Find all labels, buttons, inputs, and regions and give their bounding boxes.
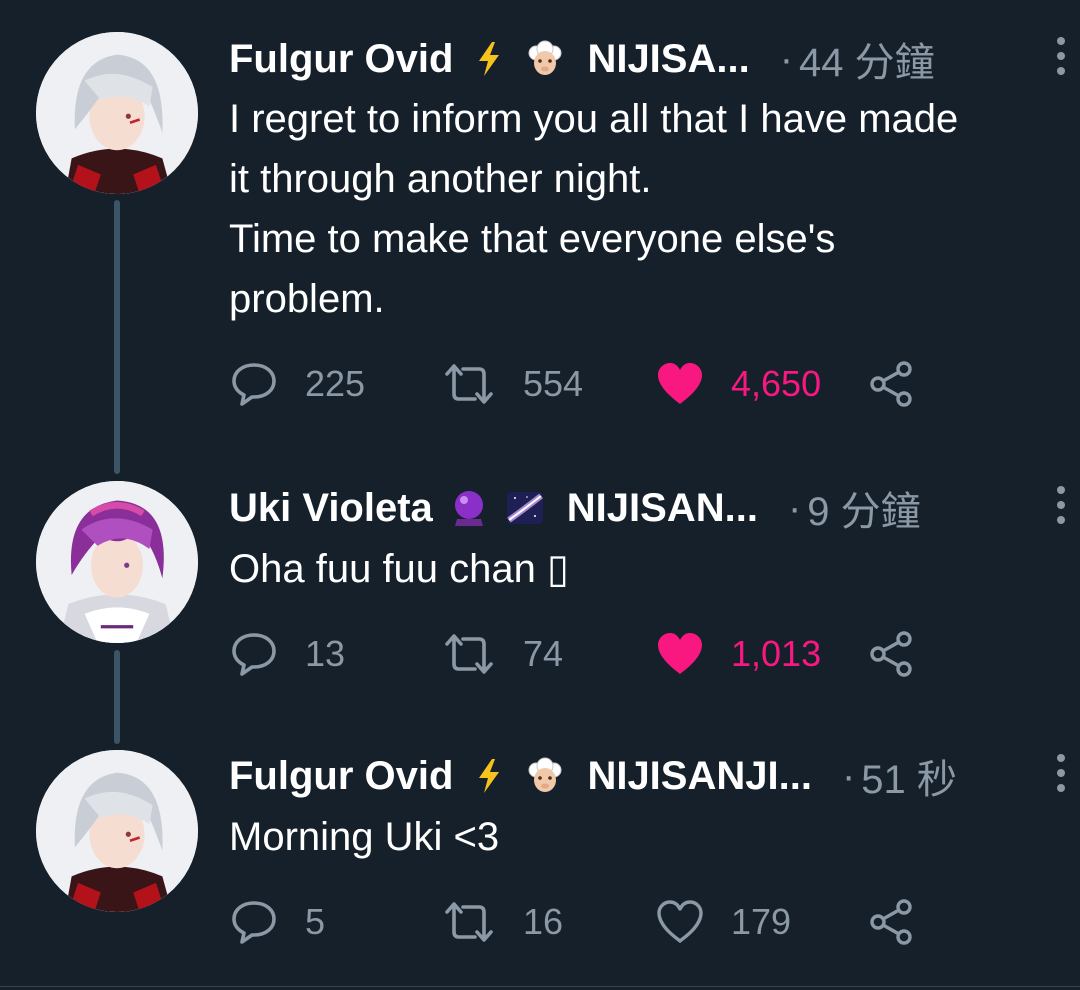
separator-dot: · xyxy=(779,36,794,81)
share-icon xyxy=(870,899,912,945)
separator-dot: · xyxy=(841,753,856,798)
like-count: 1,013 xyxy=(731,633,822,674)
retweet-icon xyxy=(445,364,493,404)
reply-icon xyxy=(232,363,276,406)
handle[interactable]: NIJISA... xyxy=(587,37,749,82)
heart-outline-icon xyxy=(657,900,703,943)
purple-haired-avatar-image xyxy=(36,481,198,643)
share-icon xyxy=(870,631,912,677)
tweet-header: Uki Violeta NIJISAN... · 9 分鐘 xyxy=(229,480,1050,536)
tweet-text: I regret to inform you all that I have m… xyxy=(229,89,1059,329)
thread-connector-line xyxy=(114,650,120,744)
retweet-count: 554 xyxy=(523,363,584,404)
silver-haired-avatar-image xyxy=(36,32,198,194)
display-name[interactable]: Fulgur Ovid xyxy=(229,754,453,799)
more-options-icon[interactable] xyxy=(1046,37,1076,77)
retweet-count: 16 xyxy=(523,901,564,942)
display-name[interactable]: Fulgur Ovid xyxy=(229,37,453,82)
like-count: 4,650 xyxy=(731,363,822,404)
retweet-button[interactable]: 16 xyxy=(441,892,563,952)
divider xyxy=(0,986,1080,987)
sheep-emoji xyxy=(525,39,565,79)
reply-count: 225 xyxy=(305,363,366,404)
tweet-text-line: problem. xyxy=(229,277,385,321)
tweet-header: Fulgur Ovid NIJISANJI... · 51 秒 xyxy=(229,748,1050,804)
timestamp[interactable]: 51 秒 xyxy=(861,747,957,805)
share-button[interactable] xyxy=(869,624,915,684)
retweet-button[interactable]: 554 xyxy=(441,354,583,414)
timestamp[interactable]: 9 分鐘 xyxy=(807,479,920,537)
sheep-emoji xyxy=(525,756,565,796)
avatar[interactable] xyxy=(36,750,198,912)
share-icon xyxy=(870,361,912,407)
thread-connector-line xyxy=(114,200,120,474)
tweet-text-line: Oha fuu fuu chan ▯ xyxy=(229,547,570,591)
tweet-text-line: it through another night. xyxy=(229,157,652,201)
share-button[interactable] xyxy=(869,892,915,952)
retweet-icon xyxy=(445,634,493,674)
reply-icon xyxy=(232,633,276,676)
heart-filled-icon xyxy=(658,363,702,404)
heart-filled-icon xyxy=(658,633,702,674)
tweet-actions: 225 554 4,650 xyxy=(229,354,989,414)
reply-button[interactable]: 5 xyxy=(229,892,325,952)
reply-button[interactable]: 13 xyxy=(229,624,345,684)
handle[interactable]: NIJISANJI... xyxy=(587,754,812,799)
tweet-header: Fulgur Ovid NIJISA... · 44 分鐘 xyxy=(229,31,1050,87)
timestamp[interactable]: 44 分鐘 xyxy=(799,30,935,88)
like-button[interactable]: 1,013 xyxy=(655,624,821,684)
tweet-text-line: Time to make that everyone else's xyxy=(229,217,836,261)
share-button[interactable] xyxy=(869,354,915,414)
more-options-icon[interactable] xyxy=(1046,486,1076,526)
display-name[interactable]: Uki Violeta xyxy=(229,486,433,531)
lightning-emoji xyxy=(469,39,509,79)
reply-count: 5 xyxy=(305,901,326,942)
separator-dot: · xyxy=(787,485,802,530)
like-button[interactable]: 4,650 xyxy=(655,354,821,414)
silver-haired-avatar-image xyxy=(36,750,198,912)
retweet-button[interactable]: 74 xyxy=(441,624,563,684)
reply-icon xyxy=(232,901,276,944)
crystal-ball-emoji xyxy=(449,488,489,528)
handle[interactable]: NIJISAN... xyxy=(567,486,758,531)
lightning-emoji xyxy=(469,756,509,796)
tweet-text-line: I regret to inform you all that I have m… xyxy=(229,97,959,141)
avatar[interactable] xyxy=(36,481,198,643)
like-count: 179 xyxy=(731,901,792,942)
tweet-actions: 13 74 1,013 xyxy=(229,624,989,684)
tweet-text: Morning Uki <3 xyxy=(229,807,1059,867)
tweet-text: Oha fuu fuu chan ▯ xyxy=(229,539,1059,599)
reply-count: 13 xyxy=(305,633,346,674)
tweet-text-line: Morning Uki <3 xyxy=(229,815,500,859)
like-button[interactable]: 179 xyxy=(655,892,791,952)
avatar[interactable] xyxy=(36,32,198,194)
milky-way-emoji xyxy=(505,488,545,528)
retweet-icon xyxy=(445,902,493,942)
more-options-icon[interactable] xyxy=(1046,754,1076,794)
tweet-actions: 5 16 179 xyxy=(229,892,989,952)
retweet-count: 74 xyxy=(523,633,564,674)
reply-button[interactable]: 225 xyxy=(229,354,365,414)
